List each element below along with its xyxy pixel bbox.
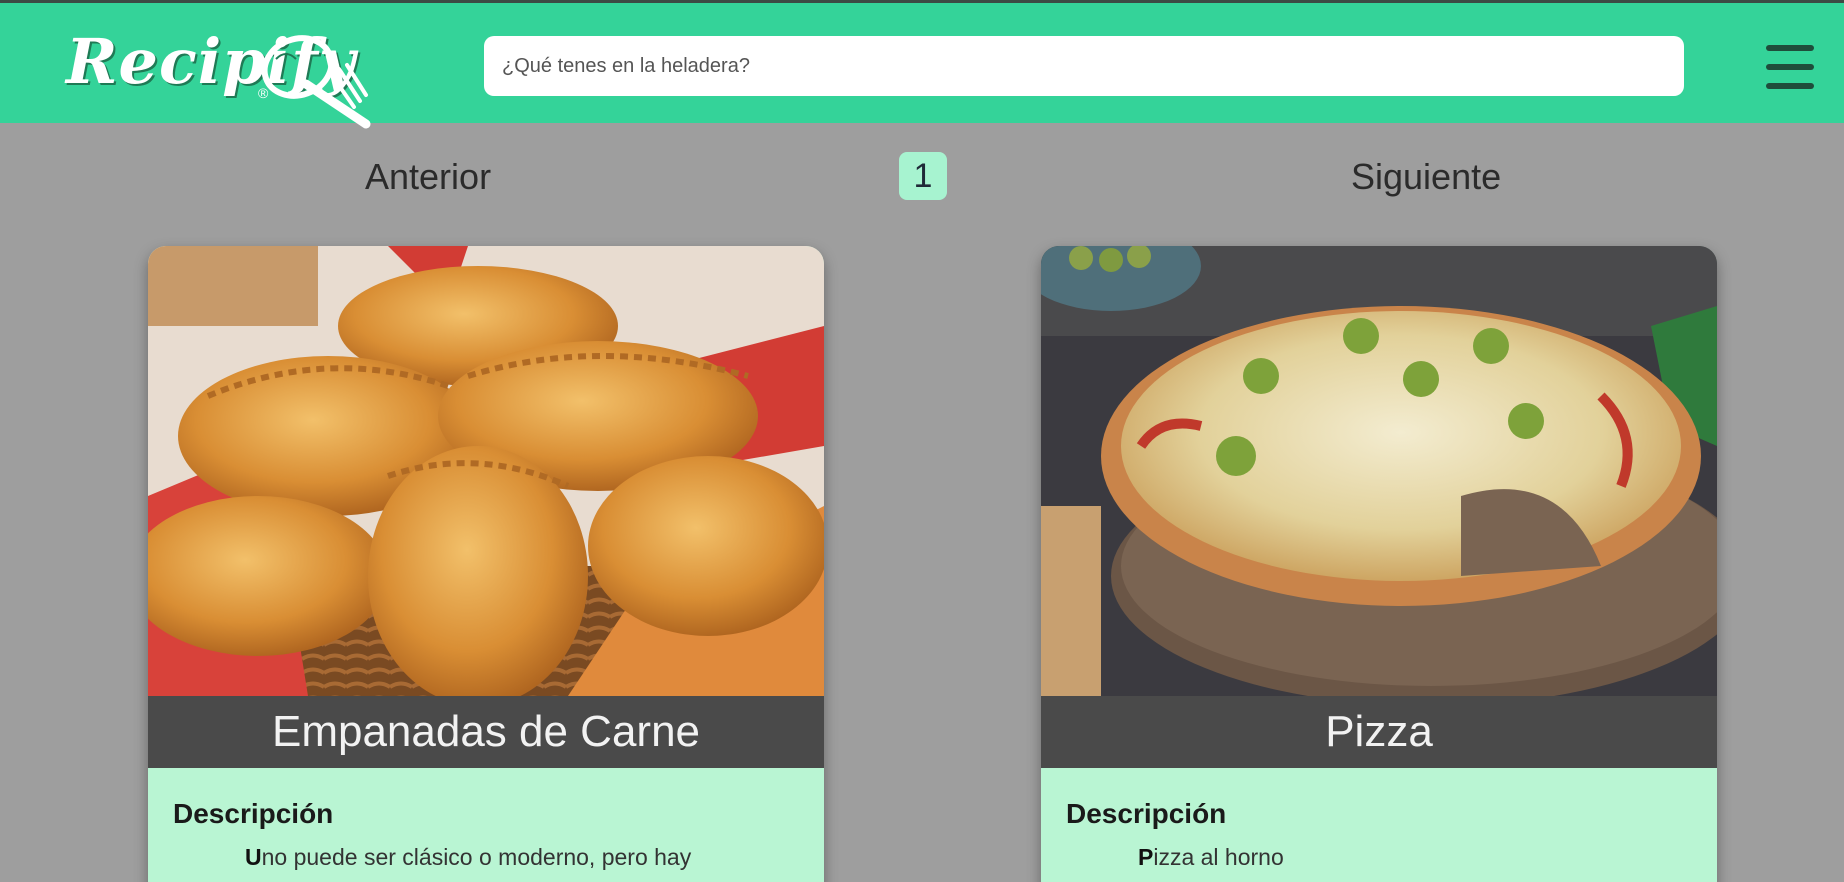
recipe-image-empanadas[interactable] <box>148 246 824 696</box>
recipe-body: Descripción Uno puede ser clásico o mode… <box>148 768 824 882</box>
pagination-next-link[interactable]: Siguiente <box>1351 156 1501 198</box>
menu-bar <box>1766 45 1814 51</box>
description-heading: Descripción <box>1066 798 1227 829</box>
recipe-card[interactable]: Pizza Descripción Pizza al horno <box>1041 246 1717 882</box>
menu-bar <box>1766 64 1814 70</box>
description-text: izza al horno <box>1153 844 1284 870</box>
description-initial: U <box>245 844 262 870</box>
recipe-title[interactable]: Empanadas de Carne <box>148 696 824 768</box>
recipe-body: Descripción Pizza al horno <box>1041 768 1717 882</box>
pagination-current-page[interactable]: 1 <box>899 152 947 200</box>
registered-mark: ® <box>258 85 269 101</box>
pagination-previous-link[interactable]: Anterior <box>365 156 491 198</box>
recipe-description: Pizza al horno <box>1066 840 1692 874</box>
app-header: Recipify ® <box>0 3 1844 129</box>
search-input[interactable] <box>484 36 1684 96</box>
recipe-title[interactable]: Pizza <box>1041 696 1717 768</box>
recipe-image-pizza[interactable] <box>1041 246 1717 696</box>
hamburger-menu-icon[interactable] <box>1766 45 1816 89</box>
recipify-logo[interactable]: Recipify ® <box>66 25 386 129</box>
menu-bar <box>1766 83 1814 89</box>
description-initial: P <box>1138 844 1154 870</box>
recipe-card[interactable]: Empanadas de Carne Descripción Uno puede… <box>148 246 824 882</box>
empanadas-photo <box>148 246 824 696</box>
description-heading: Descripción <box>173 798 334 829</box>
spoon-fork-icon <box>261 35 371 129</box>
pizza-photo <box>1041 246 1717 696</box>
description-text: no puede ser clásico o moderno, pero hay <box>261 844 692 870</box>
recipe-description: Uno puede ser clásico o moderno, pero ha… <box>173 840 799 874</box>
